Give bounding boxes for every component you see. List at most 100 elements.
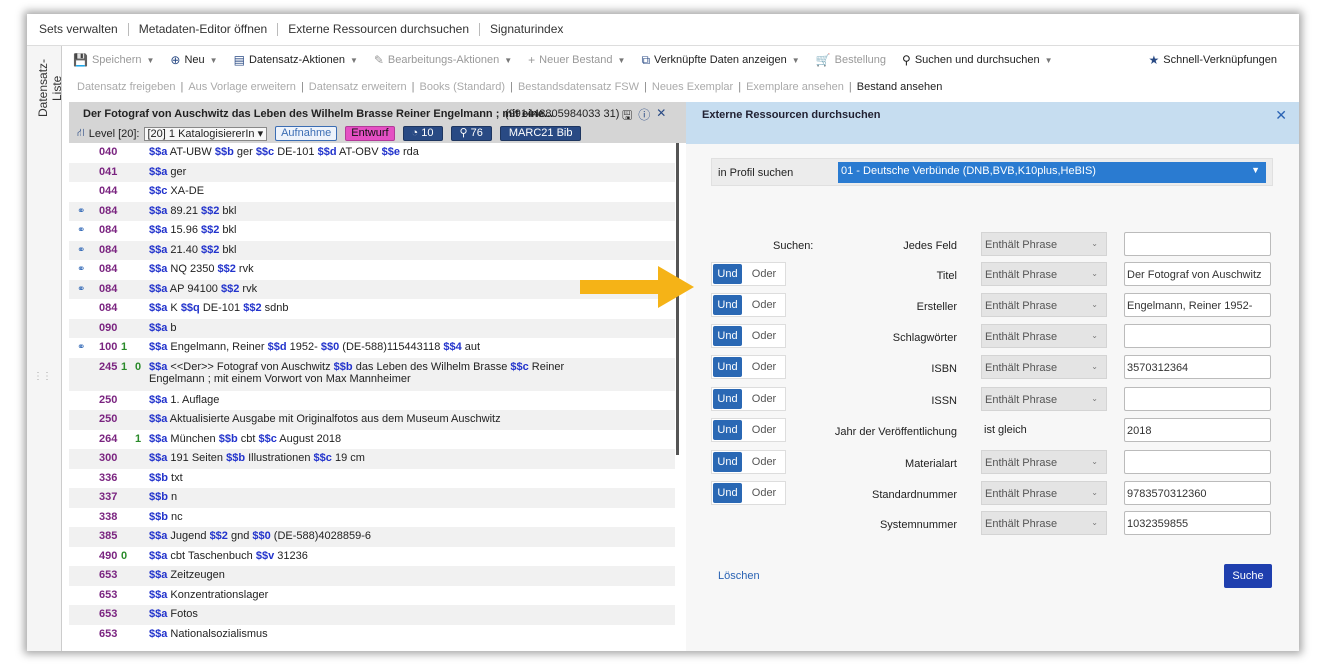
field-content[interactable]: $$a AT-UBW $$b ger $$c DE-101 $$d AT-OBV…	[149, 146, 619, 158]
marc-field-row[interactable]: ⚭ 100 1 $$a Engelmann, Reiner $$d 1952- $$0…	[69, 338, 675, 358]
marc-field-row[interactable]: ⚭ 084 $$a 21.40 $$2 bkl	[69, 240, 675, 260]
field-content[interactable]: $$a AP 94100 $$2 rvk	[149, 283, 619, 295]
field-content[interactable]: $$b txt	[149, 472, 619, 484]
und-button[interactable]: Und	[713, 357, 742, 377]
search-value-input[interactable]	[1124, 387, 1271, 411]
marc-field-row[interactable]: 490 0 $$a cbt Taschenbuch $$v 31236	[69, 547, 675, 567]
search-browse-button[interactable]: ⚲ Suchen und durchsuchen ▼	[902, 53, 1052, 67]
field-content[interactable]: $$a Jugend $$2 gnd $$0 (DE-588)4028859-6	[149, 530, 619, 542]
marc-field-row[interactable]: 041 $$a ger	[69, 162, 675, 182]
subbar-item[interactable]: Aus Vorlage erweitern	[188, 81, 296, 93]
profile-select[interactable]: 01 - Deutsche Verbünde (DNB,BVB,K10plus,…	[838, 162, 1266, 183]
operator-select[interactable]: Enthält Phrase ⌄	[981, 481, 1107, 505]
binoculars-icon[interactable]: ⚭	[77, 264, 85, 275]
field-content[interactable]: $$a Nationalsozialismus	[149, 628, 619, 640]
binoculars-icon[interactable]: ⚭	[77, 284, 85, 295]
operator-select[interactable]: Enthält Phrase ⌄	[981, 232, 1107, 256]
oder-button[interactable]: Oder	[743, 419, 785, 441]
info-icon[interactable]: ⓘ	[638, 106, 650, 127]
binoculars-icon[interactable]: ⚭	[77, 342, 85, 353]
binoculars-icon[interactable]: ⚭	[77, 206, 85, 217]
shortcuts-button[interactable]: ★ Schnell-Verknüpfungen	[1148, 53, 1277, 67]
oder-button[interactable]: Oder	[743, 388, 785, 410]
subbar-item[interactable]: Bestand ansehen	[857, 81, 943, 93]
marc-field-row[interactable]: 040 $$a AT-UBW $$b ger $$c DE-101 $$d AT-…	[69, 143, 675, 163]
field-content[interactable]: $$a 191 Seiten $$b Illustrationen $$c 19…	[149, 452, 619, 464]
und-button[interactable]: Und	[713, 326, 742, 346]
oder-button[interactable]: Oder	[743, 294, 785, 316]
search-value-input[interactable]	[1124, 232, 1271, 256]
oder-button[interactable]: Oder	[743, 356, 785, 378]
field-content[interactable]: $$b n	[149, 491, 619, 503]
subbar-item[interactable]: Bestandsdatensatz FSW	[518, 81, 639, 93]
field-content[interactable]: $$a 21.40 $$2 bkl	[149, 244, 619, 256]
new-button[interactable]: ⊕ Neu ▼	[170, 53, 217, 67]
search-value-input[interactable]: 9783570312360	[1124, 481, 1271, 505]
field-content[interactable]: $$a ger	[149, 166, 619, 178]
marc-field-row[interactable]: ⚭ 084 $$a 89.21 $$2 bkl	[69, 201, 675, 221]
close-icon[interactable]: ✕	[1275, 107, 1287, 124]
field-content[interactable]: $$a cbt Taschenbuch $$v 31236	[149, 550, 619, 562]
operator-select[interactable]: Enthält Phrase ⌄	[981, 355, 1107, 379]
oder-button[interactable]: Oder	[743, 482, 785, 504]
marc-field-row[interactable]: 250 $$a Aktualisierte Ausgabe mit Origina…	[69, 410, 675, 430]
badge-aufnahme[interactable]: Aufnahme	[275, 126, 338, 141]
subbar-item[interactable]: Neues Exemplar	[652, 81, 733, 93]
field-content[interactable]: $$a Zeitzeugen	[149, 569, 619, 581]
search-value-input[interactable]: 1032359855	[1124, 511, 1271, 535]
edit-actions-button[interactable]: ✎ Bearbeitungs-Aktionen ▼	[374, 53, 512, 67]
marc-field-row[interactable]: 090 $$a b	[69, 318, 675, 338]
subbar-item[interactable]: Datensatz erweitern	[309, 81, 407, 93]
marc-field-row[interactable]: 250 $$a 1. Auflage	[69, 391, 675, 411]
field-content[interactable]: $$a 1. Auflage	[149, 394, 619, 406]
marc-field-row[interactable]: 653 $$a Konzentrationslager	[69, 586, 675, 606]
nav-signaturindex[interactable]: Signaturindex	[480, 23, 573, 36]
marc-field-row[interactable]: 385 $$a Jugend $$2 gnd $$0 (DE-588)402885…	[69, 527, 675, 547]
operator-select[interactable]: Enthält Phrase ⌄	[981, 511, 1107, 535]
save-icon[interactable]: 🖫	[622, 106, 632, 127]
field-content[interactable]: $$a 89.21 $$2 bkl	[149, 205, 619, 217]
nav-metadaten-editor[interactable]: Metadaten-Editor öffnen	[129, 23, 279, 36]
operator-select[interactable]: Enthält Phrase ⌄	[981, 450, 1107, 474]
binoculars-icon[interactable]: ⚭	[77, 245, 85, 256]
search-value-input[interactable]	[1124, 324, 1271, 348]
und-button[interactable]: Und	[713, 295, 742, 315]
resize-grip-icon[interactable]: ⋮⋮	[33, 371, 52, 382]
badge-pin[interactable]: ⚲ 76	[450, 126, 492, 141]
search-value-input[interactable]	[1124, 450, 1271, 474]
und-button[interactable]: Und	[713, 264, 742, 284]
field-content[interactable]: $$a München $$b cbt $$c August 2018	[149, 433, 619, 445]
search-value-input[interactable]: 2018	[1124, 418, 1271, 442]
marc-field-row[interactable]: 245 1 0 $$a <<Der>> Fotograf von Auschwitz …	[69, 357, 675, 391]
und-button[interactable]: Und	[713, 389, 742, 409]
marc-field-row[interactable]: 044 $$c XA-DE	[69, 182, 675, 202]
marc-field-row[interactable]: 338 $$b nc	[69, 508, 675, 528]
binoculars-icon[interactable]: ⚭	[77, 225, 85, 236]
subbar-item[interactable]: Exemplare ansehen	[746, 81, 844, 93]
badge-format[interactable]: MARC21 Bib	[499, 126, 582, 141]
field-content[interactable]: $$a Konzentrationslager	[149, 589, 619, 601]
marc-field-row[interactable]: 653 $$a Nationalsozialismus	[69, 625, 675, 645]
und-button[interactable]: Und	[713, 452, 742, 472]
search-value-input[interactable]: 3570312364	[1124, 355, 1271, 379]
marc-field-row[interactable]: 653 $$a Zeitzeugen	[69, 566, 675, 586]
field-content[interactable]: $$a K $$q DE-101 $$2 sdnb	[149, 302, 619, 314]
subbar-item[interactable]: Books (Standard)	[419, 81, 505, 93]
und-button[interactable]: Und	[713, 483, 742, 503]
search-value-input[interactable]: Der Fotograf von Auschwitz	[1124, 262, 1271, 286]
close-icon[interactable]: ✕	[656, 106, 666, 127]
search-button[interactable]: Suche	[1224, 564, 1272, 588]
save-button[interactable]: 💾 Speichern ▼	[73, 53, 154, 67]
search-value-input[interactable]: Engelmann, Reiner 1952-	[1124, 293, 1271, 317]
marc-field-row[interactable]: 300 $$a 191 Seiten $$b Illustrationen $$c…	[69, 449, 675, 469]
marc-field-row[interactable]: 264 1 $$a München $$b cbt $$c August 2018	[69, 430, 675, 450]
field-content[interactable]: $$b nc	[149, 511, 619, 523]
marc-field-row[interactable]: 337 $$b n	[69, 488, 675, 508]
und-button[interactable]: Und	[713, 420, 742, 440]
nav-sets-verwalten[interactable]: Sets verwalten	[39, 23, 129, 36]
subbar-item[interactable]: Datensatz freigeben	[77, 81, 175, 93]
field-content[interactable]: $$a <<Der>> Fotograf von Auschwitz $$b d…	[149, 361, 619, 385]
operator-select[interactable]: Enthält Phrase ⌄	[981, 324, 1107, 348]
field-content[interactable]: $$a Fotos	[149, 608, 619, 620]
marc-field-row[interactable]: 653 $$a Fotos	[69, 605, 675, 625]
